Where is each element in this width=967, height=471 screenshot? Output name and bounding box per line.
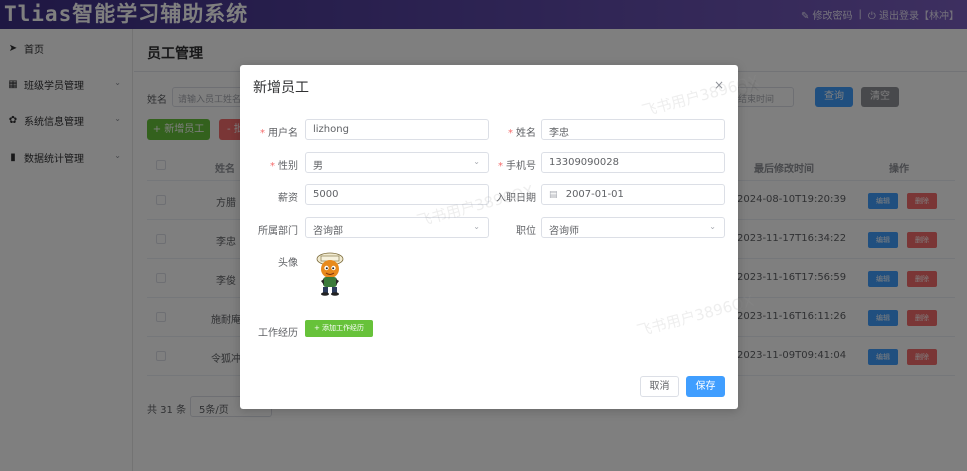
watermark: 飞书用户3896QX <box>634 291 756 341</box>
required-mark: * <box>270 161 275 172</box>
chevron-down-icon: ⌄ <box>709 222 716 231</box>
dept-label: 所属部门 <box>258 226 298 237</box>
cancel-button[interactable]: 取消 <box>640 376 679 397</box>
required-mark: * <box>508 128 513 139</box>
add-work-exp-button[interactable]: + 添加工作经历 <box>305 320 373 337</box>
salary-input[interactable]: 5000 <box>305 184 489 205</box>
entry-date-value: 2007-01-01 <box>565 189 624 200</box>
name-label: * 姓名 <box>476 124 536 139</box>
calendar-icon: ▤ <box>549 190 558 200</box>
avatar-label: 头像 <box>278 258 298 269</box>
entry-date-label: 入职日期 <box>496 193 536 204</box>
job-value: 咨询师 <box>549 226 579 237</box>
dept-value: 咨询部 <box>313 226 343 237</box>
gender-label: * 性别 <box>238 157 298 172</box>
dept-select[interactable]: 咨询部 ⌄ <box>305 217 489 238</box>
username-label-text: 用户名 <box>268 128 298 139</box>
phone-label: * 手机号 <box>476 157 536 172</box>
work-exp-label: 工作经历 <box>258 328 298 339</box>
name-label-text: 姓名 <box>516 128 536 139</box>
phone-input[interactable]: 13309090028 <box>541 152 725 173</box>
gender-value: 男 <box>313 161 323 172</box>
phone-label-text: 手机号 <box>506 161 536 172</box>
dialog-title: 新增员工 <box>253 80 309 96</box>
close-icon[interactable]: × <box>714 78 724 92</box>
entry-date-picker[interactable]: ▤ 2007-01-01 <box>541 184 725 205</box>
avatar-upload[interactable] <box>310 248 350 298</box>
save-button[interactable]: 保存 <box>686 376 725 397</box>
required-mark: * <box>260 128 265 139</box>
job-label: 职位 <box>516 226 536 237</box>
name-input[interactable]: 李忠 <box>541 119 725 140</box>
job-select[interactable]: 咨询师 ⌄ <box>541 217 725 238</box>
username-input[interactable]: lizhong <box>305 119 489 140</box>
gender-select[interactable]: 男 ⌄ <box>305 152 489 173</box>
required-mark: * <box>498 161 503 172</box>
add-employee-dialog: 新增员工 × * 用户名 lizhong * 姓名 李忠 * 性别 男 ⌄ * 手机号 … <box>238 65 761 409</box>
salary-label: 薪资 <box>278 193 298 204</box>
username-label: * 用户名 <box>238 124 298 139</box>
gender-label-text: 性别 <box>278 161 298 172</box>
